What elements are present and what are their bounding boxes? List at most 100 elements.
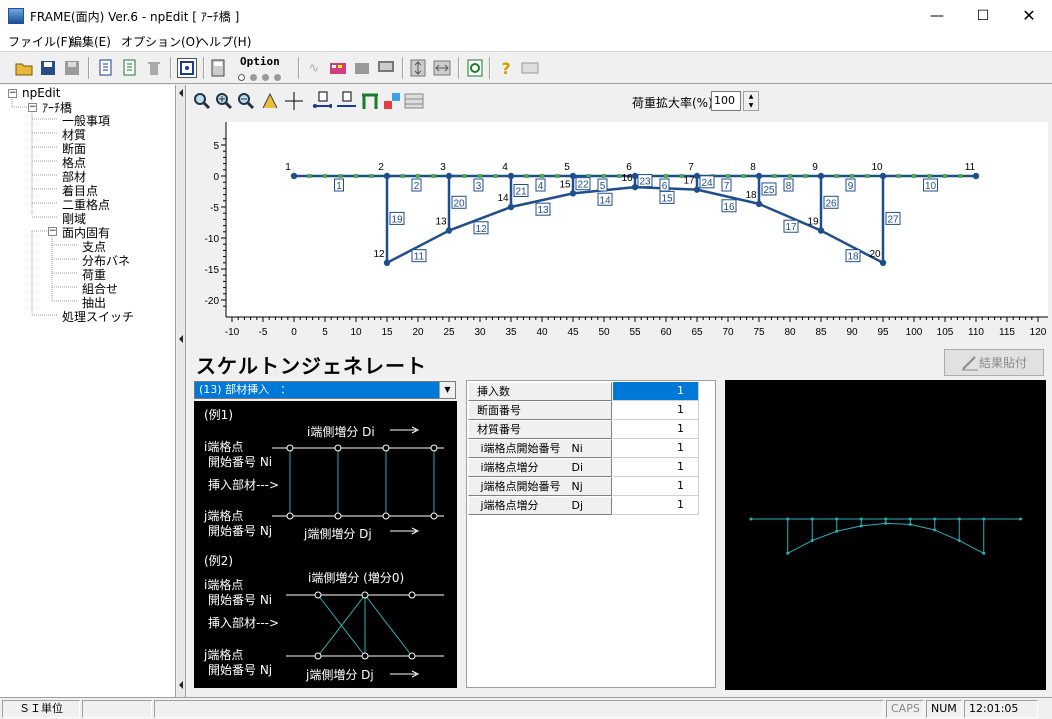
- preview-node: [835, 529, 839, 533]
- option-radio-group[interactable]: [238, 70, 286, 84]
- example2-label: (例2): [204, 554, 233, 568]
- maximize-button[interactable]: ☐: [960, 0, 1006, 31]
- status-unit: ＳＩ単位: [2, 700, 80, 718]
- zoom-in-icon[interactable]: [214, 91, 234, 111]
- preview-node: [933, 517, 937, 521]
- x-tick-label: 15: [381, 327, 393, 338]
- y-tick-label: -20: [205, 296, 220, 307]
- preview-node: [786, 551, 790, 555]
- window-title: FRAME(面内) Ver.6 - npEdit [ ｱｰﾁ橋 ]: [30, 10, 240, 24]
- focus-point-marker: [958, 174, 963, 178]
- tree-collapse-toggle[interactable]: −: [8, 89, 17, 98]
- param-value[interactable]: 1: [613, 439, 699, 458]
- support-icon[interactable]: [360, 91, 380, 111]
- display-icon[interactable]: [376, 58, 396, 78]
- help-icon[interactable]: ?: [496, 58, 516, 78]
- skeleton-generate-icon[interactable]: [177, 58, 197, 78]
- minimize-button[interactable]: —: [914, 0, 960, 31]
- chevron-down-icon[interactable]: ▼: [439, 382, 455, 398]
- example-panel: (例1) i端側増分 Di i端格点 開始番号 Ni 挿入部材---> j端格点…: [194, 401, 457, 688]
- tree-collapse-toggle[interactable]: −: [48, 227, 57, 236]
- param-value[interactable]: 1: [613, 477, 699, 496]
- menu-option[interactable]: オプション(O): [121, 33, 200, 50]
- refresh-icon[interactable]: [465, 58, 485, 78]
- param-value[interactable]: 1: [613, 458, 699, 477]
- wave-icon[interactable]: ∿: [304, 58, 324, 78]
- horizontal-split-icon[interactable]: [432, 58, 452, 78]
- member-number-icon[interactable]: [336, 91, 356, 111]
- menu-edit[interactable]: 編集(E): [70, 33, 111, 50]
- pane-splitter[interactable]: [177, 85, 186, 697]
- status-caps: CAPS: [886, 700, 924, 718]
- save-disabled-icon[interactable]: [62, 58, 82, 78]
- node-label: 3: [440, 162, 446, 173]
- vertical-split-icon[interactable]: [408, 58, 428, 78]
- preview-node: [982, 551, 986, 555]
- scale-input[interactable]: 100: [711, 91, 741, 111]
- node-point: [879, 172, 887, 180]
- example2-insert: 挿入部材--->: [208, 616, 280, 630]
- node-point: [569, 190, 577, 197]
- member-label: 5: [600, 181, 606, 192]
- save-icon[interactable]: [38, 58, 58, 78]
- focus-point-marker: [555, 174, 560, 178]
- info-icon[interactable]: [520, 58, 540, 78]
- open-folder-icon[interactable]: [14, 58, 34, 78]
- node-label: 7: [688, 162, 694, 173]
- color-settings-icon[interactable]: [382, 91, 402, 111]
- member-label: 16: [723, 202, 735, 213]
- focus-point-marker: [788, 174, 792, 178]
- focus-point-marker: [323, 174, 327, 178]
- node-point: [755, 200, 763, 208]
- param-value[interactable]: 1: [613, 382, 699, 401]
- scale-spinner[interactable]: ▲ ▼: [743, 91, 759, 111]
- x-tick-label: 10: [350, 327, 362, 338]
- node-label: 15: [559, 179, 571, 190]
- fit-view-icon[interactable]: [260, 91, 280, 111]
- example1-i-start: 開始番号 Ni: [208, 455, 273, 469]
- copy-icon[interactable]: [96, 58, 116, 78]
- crosshair-icon[interactable]: [284, 91, 304, 111]
- calculator-icon[interactable]: [208, 58, 228, 78]
- close-button[interactable]: ✕: [1006, 0, 1052, 31]
- example2-j-start: 開始番号 Nj: [208, 663, 273, 677]
- delete-icon[interactable]: [144, 58, 164, 78]
- palette-icon[interactable]: [328, 58, 348, 78]
- member-label: 14: [599, 195, 611, 206]
- paste-icon[interactable]: [120, 58, 140, 78]
- zoom-out-icon[interactable]: [236, 91, 256, 111]
- menu-help[interactable]: ヘルプ(H): [197, 33, 251, 50]
- param-value[interactable]: 1: [613, 496, 699, 515]
- param-value[interactable]: 1: [613, 401, 699, 420]
- node-point: [817, 172, 825, 180]
- menu-file[interactable]: ファイル(F): [8, 33, 72, 50]
- node-label: 10: [871, 162, 883, 173]
- table-icon[interactable]: [404, 91, 424, 111]
- focus-point-marker: [369, 174, 374, 178]
- parameter-grid: 挿入数 1 断面番号 1 材質番号 1 i端格点開始番号 Ni 1 i端格点増分…: [466, 380, 716, 688]
- focus-point-marker: [927, 174, 932, 178]
- x-tick-label: 55: [629, 327, 641, 338]
- generate-type-select[interactable]: (13) 部材挿入 ： ▼: [194, 381, 456, 399]
- zoom-icon[interactable]: [192, 91, 212, 111]
- frame-graph[interactable]: -10 -5 0 5 10 15 20 25 30 35 40 45 50 55 60 65 70 75 80 85 9…: [188, 119, 1052, 341]
- preview-member: [861, 522, 886, 527]
- status-bar: ＳＩ単位 CAPS NUM 12:01:05: [0, 697, 1052, 719]
- print-icon[interactable]: [352, 58, 372, 78]
- tree-root[interactable]: npEdit: [22, 86, 60, 100]
- x-tick-label: 95: [877, 327, 889, 338]
- tree-item-switch[interactable]: 処理スイッチ: [62, 308, 134, 325]
- param-value[interactable]: 1: [613, 420, 699, 439]
- x-tick-label: 20: [412, 327, 424, 338]
- param-row: j端格点増分 Dj 1: [467, 496, 699, 515]
- tree-collapse-toggle[interactable]: −: [28, 103, 37, 112]
- paste-result-button[interactable]: 結果貼付: [944, 349, 1044, 376]
- x-tick-label: 40: [536, 327, 548, 338]
- node-number-icon[interactable]: [312, 91, 332, 111]
- member-label: 24: [701, 178, 713, 189]
- y-tick-label: -15: [205, 265, 220, 276]
- x-tick-label: 75: [753, 327, 765, 338]
- toolbar-separator: [88, 57, 90, 79]
- x-tick-label: 120: [1030, 327, 1047, 338]
- node-label: 5: [564, 162, 570, 173]
